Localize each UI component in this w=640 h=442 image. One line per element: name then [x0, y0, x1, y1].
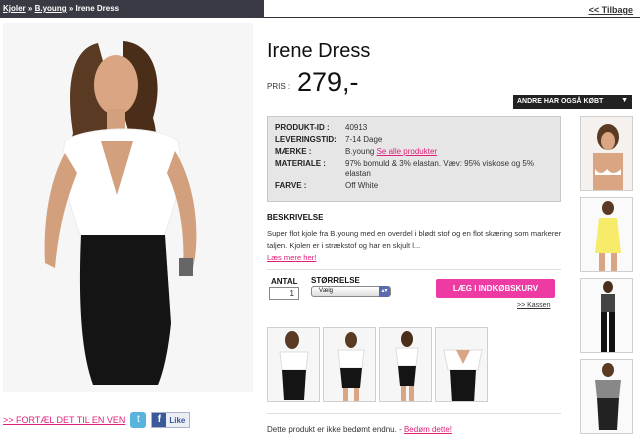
product-thumbnail[interactable] [435, 327, 488, 402]
product-thumbnail[interactable] [379, 327, 432, 402]
related-product-thumbnail[interactable] [580, 116, 633, 191]
breadcrumb-separator: » [68, 4, 74, 13]
spec-key: FARVE : [275, 181, 307, 190]
rating-text: Dette produkt er ikke bedømt endnu. [267, 425, 397, 434]
price-label: PRIS : [267, 82, 291, 91]
twitter-icon[interactable]: t [130, 412, 147, 428]
product-thumbnail[interactable] [267, 327, 320, 402]
related-product-thumbnail[interactable] [580, 278, 633, 353]
spec-key: PRODUKT-ID : [275, 123, 330, 132]
product-main-image[interactable] [3, 23, 253, 392]
size-select[interactable]: Vælg ▴▾ [311, 286, 391, 297]
tell-friend-link[interactable]: >> FORTÆL DET TIL EN VEN [3, 415, 125, 425]
spec-row: FARVE : Off White [275, 180, 550, 192]
spec-key: MATERIALE : [275, 159, 326, 168]
select-arrows-icon: ▴▾ [379, 286, 390, 297]
back-link[interactable]: << Tilbage [589, 5, 633, 15]
spec-value: 97% bomuld & 3% elastan. Væv: 95% viskos… [345, 159, 534, 178]
breadcrumb-separator: » [27, 4, 33, 13]
product-spec-box: PRODUKT-ID : 40913 LEVERINGSTID: 7-14 Da… [267, 116, 561, 202]
spec-value: 40913 [345, 123, 368, 132]
facebook-like-button[interactable]: f Like [151, 412, 191, 428]
add-to-cart-button[interactable]: LÆG I INDKØBSKURV [436, 279, 555, 298]
product-title: Irene Dress [267, 40, 371, 62]
description-text: Super flot kjole fra B.young med en over… [267, 229, 562, 250]
rating-separator: - [396, 425, 404, 434]
divider [267, 413, 561, 414]
quantity-input[interactable]: 1 [269, 287, 299, 300]
breadcrumb: Kjoler » B.young » Irene Dress [0, 0, 264, 18]
size-select-value: Vælg [319, 288, 334, 294]
others-bought-label: ANDRE HAR OGSÅ KØBT [517, 98, 604, 105]
spec-row: PRODUKT-ID : 40913 [275, 122, 550, 134]
spec-value: 7-14 Dage [345, 135, 383, 144]
quantity-label: ANTAL [271, 277, 298, 286]
spec-row: MATERIALE : 97% bomuld & 3% elastan. Væv… [275, 158, 550, 180]
rating-row: Dette produkt er ikke bedømt endnu. - Be… [267, 425, 452, 434]
size-label: STØRRELSE [311, 276, 360, 285]
breadcrumb-link-kjoler[interactable]: Kjoler [3, 4, 26, 13]
price-value: 279,- [297, 67, 359, 97]
related-product-thumbnail[interactable] [580, 197, 633, 272]
divider [267, 269, 561, 270]
share-row: >> FORTÆL DET TIL EN VEN t f Like [3, 412, 191, 428]
rate-product-link[interactable]: Bedøm dette! [404, 425, 452, 434]
description-heading: BESKRIVELSE [267, 213, 324, 222]
spec-key: LEVERINGSTID: [275, 135, 337, 144]
related-product-thumbnail[interactable] [580, 359, 633, 434]
spec-row: LEVERINGSTID: 7-14 Dage [275, 134, 550, 146]
others-bought-dropdown[interactable]: ANDRE HAR OGSÅ KØBT ▼ [513, 95, 632, 109]
see-all-products-link[interactable]: Se alle produkter [377, 147, 437, 156]
facebook-like-label: Like [169, 415, 186, 425]
spec-value: B.young [345, 147, 375, 156]
checkout-link[interactable]: >> Kassen [517, 302, 550, 309]
breadcrumb-current: Irene Dress [75, 4, 120, 13]
spec-value: Off White [345, 181, 379, 190]
read-more-link[interactable]: Læs mere her! [267, 253, 316, 262]
facebook-icon: f [152, 413, 167, 427]
spec-key: MÆRKE : [275, 147, 312, 156]
product-thumbnail[interactable] [323, 327, 376, 402]
breadcrumb-link-brand[interactable]: B.young [35, 4, 67, 13]
spec-row: MÆRKE : B.young Se alle produkter [275, 146, 550, 158]
chevron-down-icon: ▼ [621, 97, 628, 104]
header-divider [264, 17, 640, 18]
